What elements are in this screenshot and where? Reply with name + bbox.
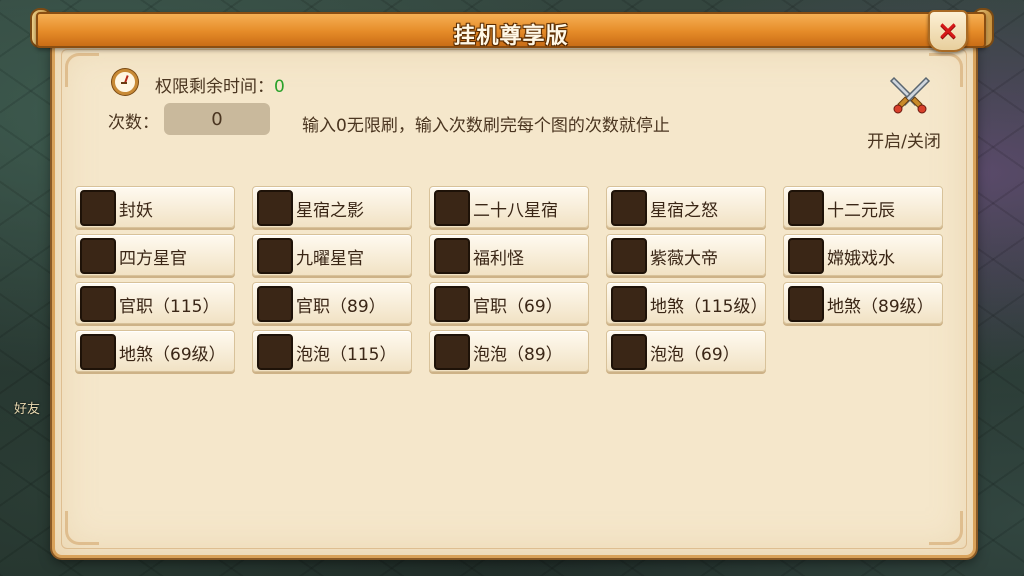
option-checkbox[interactable] <box>80 190 116 226</box>
option-label: 官职（69） <box>473 297 563 317</box>
map-option[interactable]: 泡泡（115） <box>252 330 412 372</box>
map-option[interactable]: 泡泡（89） <box>429 330 589 372</box>
option-checkbox[interactable] <box>434 334 470 370</box>
count-label: 次数： <box>108 113 159 133</box>
close-icon: × <box>937 16 959 46</box>
map-option[interactable]: 官职（69） <box>429 282 589 324</box>
map-option[interactable]: 星宿之影 <box>252 186 412 228</box>
map-option[interactable]: 九曜星官 <box>252 234 412 276</box>
option-label: 四方星官 <box>119 249 187 269</box>
corner-ornament <box>65 511 99 545</box>
map-option[interactable]: 官职（115） <box>75 282 235 324</box>
option-label: 二十八星宿 <box>473 201 558 221</box>
map-option[interactable]: 二十八星宿 <box>429 186 589 228</box>
option-checkbox[interactable] <box>80 334 116 370</box>
option-label: 星宿之影 <box>296 201 364 221</box>
option-label: 地煞（115级） <box>650 297 764 317</box>
option-label: 官职（89） <box>296 297 386 317</box>
option-label: 星宿之怒 <box>650 201 718 221</box>
close-button[interactable]: × <box>928 10 968 52</box>
toggle-label: 开启/关闭 <box>867 132 941 152</box>
option-checkbox[interactable] <box>257 334 293 370</box>
toggle-button[interactable]: 开启/关闭 <box>856 72 952 152</box>
option-label: 泡泡（69） <box>650 345 740 365</box>
map-option[interactable]: 星宿之怒 <box>606 186 766 228</box>
map-option[interactable]: 封妖 <box>75 186 235 228</box>
corner-ornament <box>929 511 963 545</box>
permission-time-label: 权限剩余时间： <box>155 77 274 97</box>
map-option[interactable]: 地煞（89级） <box>783 282 943 324</box>
permission-time-value: 0 <box>274 77 285 97</box>
map-option[interactable]: 地煞（115级） <box>606 282 766 324</box>
option-label: 泡泡（115） <box>296 345 397 365</box>
map-option[interactable]: 嫦娥戏水 <box>783 234 943 276</box>
corner-ornament <box>65 53 99 87</box>
count-hint: 输入0无限刷，输入次数刷完每个图的次数就停止 <box>302 116 670 136</box>
option-label: 地煞（69级） <box>119 345 226 365</box>
map-option[interactable]: 地煞（69级） <box>75 330 235 372</box>
map-option[interactable]: 福利怪 <box>429 234 589 276</box>
option-label: 地煞（89级） <box>827 297 934 317</box>
option-checkbox[interactable] <box>434 286 470 322</box>
option-checkbox[interactable] <box>788 286 824 322</box>
map-option[interactable]: 十二元辰 <box>783 186 943 228</box>
count-input[interactable] <box>164 103 270 135</box>
option-label: 封妖 <box>119 201 153 221</box>
option-checkbox[interactable] <box>611 190 647 226</box>
clock-icon <box>112 69 138 95</box>
option-label: 九曜星官 <box>296 249 364 269</box>
option-checkbox[interactable] <box>788 238 824 274</box>
option-label: 官职（115） <box>119 297 220 317</box>
option-checkbox[interactable] <box>611 334 647 370</box>
option-label: 嫦娥戏水 <box>827 249 895 269</box>
map-option[interactable]: 四方星官 <box>75 234 235 276</box>
option-label: 泡泡（89） <box>473 345 563 365</box>
option-label: 十二元辰 <box>827 201 895 221</box>
crossed-swords-icon <box>889 76 931 114</box>
option-checkbox[interactable] <box>434 190 470 226</box>
option-checkbox[interactable] <box>257 286 293 322</box>
map-option[interactable]: 官职（89） <box>252 282 412 324</box>
option-checkbox[interactable] <box>788 190 824 226</box>
dialog-title: 挂机尊享版 <box>453 24 569 49</box>
friend-label: 好友 <box>14 402 41 417</box>
option-checkbox[interactable] <box>611 238 647 274</box>
option-checkbox[interactable] <box>611 286 647 322</box>
option-checkbox[interactable] <box>80 238 116 274</box>
option-checkbox[interactable] <box>80 286 116 322</box>
option-label: 紫薇大帝 <box>650 249 718 269</box>
map-option[interactable]: 紫薇大帝 <box>606 234 766 276</box>
option-checkbox[interactable] <box>257 238 293 274</box>
option-checkbox[interactable] <box>434 238 470 274</box>
option-label: 福利怪 <box>473 249 524 269</box>
option-checkbox[interactable] <box>257 190 293 226</box>
map-option[interactable]: 泡泡（69） <box>606 330 766 372</box>
permission-time: 权限剩余时间：0 <box>155 72 285 97</box>
title-bar: 挂机尊享版 <box>36 12 986 49</box>
